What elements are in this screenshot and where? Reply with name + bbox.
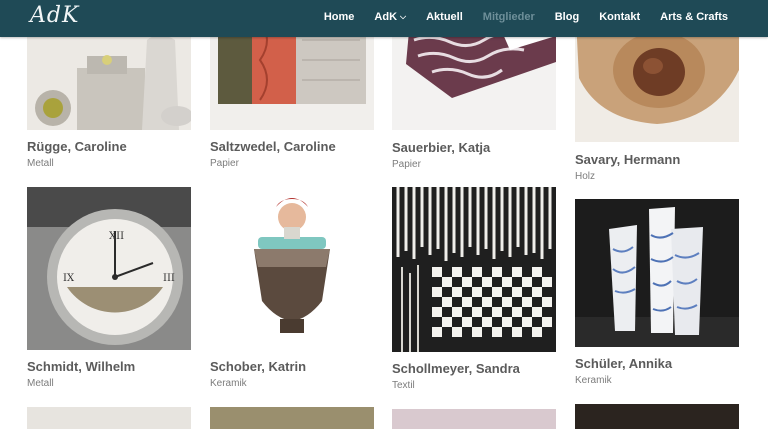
nav-adk[interactable]: AdK ⌵ [374,11,406,23]
chevron-down-icon: ⌵ [400,11,407,21]
member-name[interactable]: Schober, Katrin [210,359,380,374]
nav-arts-crafts-label: Arts & Crafts [660,10,728,23]
member-category: Metall [27,158,54,169]
ceramic-figure-image [210,187,374,350]
member-photo[interactable] [392,187,556,352]
member-category: Papier [210,158,239,169]
member-photo[interactable] [392,409,556,429]
nav-blog[interactable]: Blog [555,11,579,23]
svg-text:III: III [163,273,175,284]
member-name[interactable]: Sauerbier, Katja [392,140,562,155]
member-name[interactable]: Savary, Hermann [575,152,745,167]
member-name[interactable]: Saltzwedel, Caroline [210,139,380,154]
member-category: Textil [392,380,415,391]
nav-kontakt[interactable]: Kontakt [599,11,640,23]
svg-text:IX: IX [63,273,75,284]
nav-adk-label: AdK [374,10,398,23]
member-name[interactable]: Schmidt, Wilhelm [27,359,197,374]
member-category: Keramik [575,375,612,386]
site-logo[interactable]: AdK [30,0,79,32]
member-name[interactable]: Schüler, Annika [575,356,745,371]
member-photo[interactable] [210,187,374,350]
nav-home-label: Home [323,10,355,23]
member-photo[interactable] [210,407,374,429]
member-photo[interactable] [575,404,739,429]
member-photo[interactable]: XII III IX [27,187,191,350]
member-category: Holz [575,171,596,182]
member-photo[interactable] [27,407,191,429]
nav-mitglieder-label: Mitglieder [482,10,535,23]
nav-aktuell[interactable]: Aktuell [426,11,463,23]
member-category: Papier [392,159,421,170]
member-photo[interactable] [575,199,739,347]
member-category: Metall [27,378,54,389]
nav-blog-label: Blog [554,10,580,23]
vases-image [575,199,739,347]
textile-image [392,187,556,352]
nav-arts-crafts[interactable]: Arts & Crafts [660,11,728,23]
member-name[interactable]: Rügge, Caroline [27,139,197,154]
nav-aktuell-label: Aktuell [426,10,463,23]
svg-text:XII: XII [109,231,124,242]
site-header: AdK Home AdK ⌵ Aktuell Mitglieder Blog Ko… [0,0,768,37]
member-name[interactable]: Schollmeyer, Sandra [392,361,562,376]
watch-image: XII III IX [27,187,191,350]
main-nav: Home AdK ⌵ Aktuell Mitglieder Blog Kontak… [324,0,728,33]
nav-mitglieder[interactable]: Mitglieder [483,11,535,23]
member-category: Keramik [210,378,247,389]
nav-kontakt-label: Kontakt [599,10,641,23]
nav-home[interactable]: Home [324,11,355,23]
